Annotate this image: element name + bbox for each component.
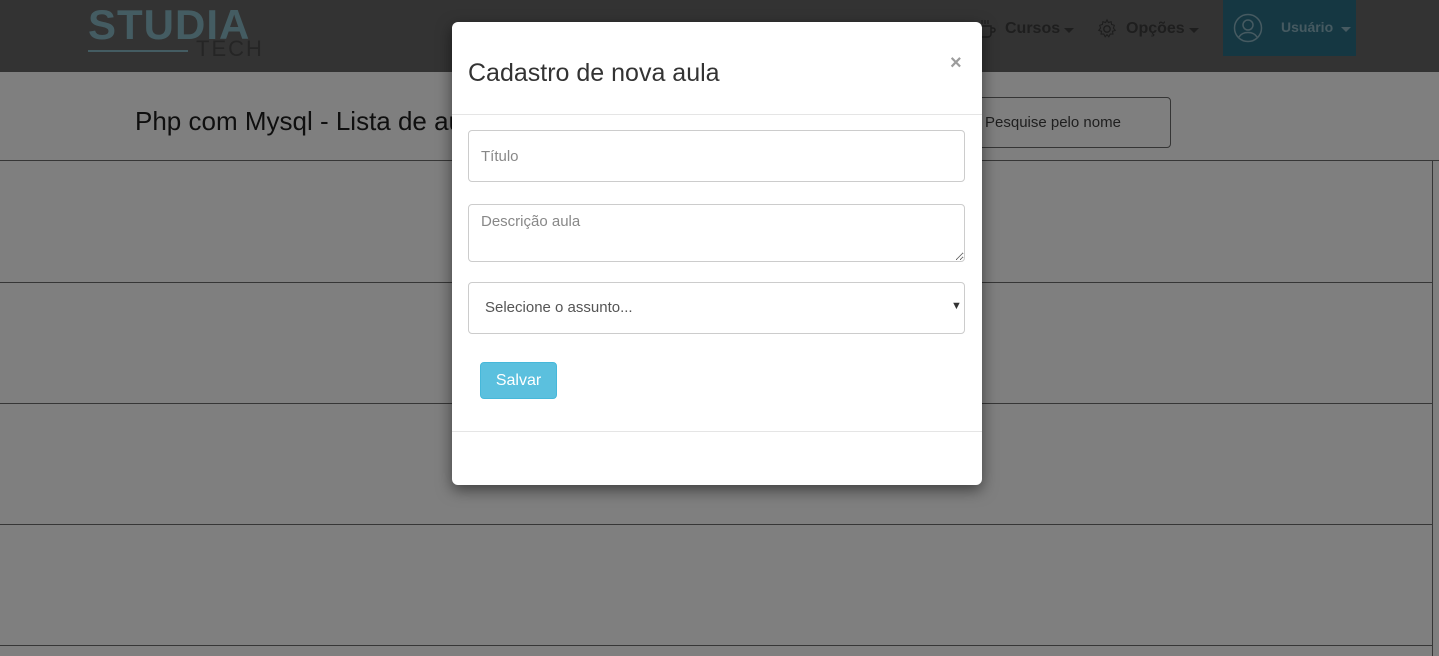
assunto-select[interactable]: Selecione o assunto... ▼ bbox=[468, 282, 965, 334]
save-button[interactable]: Salvar bbox=[480, 362, 557, 399]
modal-title: Cadastro de nova aula bbox=[468, 59, 720, 87]
new-lesson-modal: Cadastro de nova aula × Selecione o assu… bbox=[452, 22, 982, 485]
dropdown-arrow-icon: ▼ bbox=[951, 300, 962, 312]
titulo-input[interactable] bbox=[468, 130, 965, 182]
modal-header-divider bbox=[452, 114, 982, 115]
assunto-select-value: Selecione o assunto... bbox=[485, 299, 633, 316]
close-icon[interactable]: × bbox=[950, 52, 962, 74]
modal-footer-divider bbox=[452, 431, 982, 432]
descricao-textarea[interactable] bbox=[468, 204, 965, 262]
